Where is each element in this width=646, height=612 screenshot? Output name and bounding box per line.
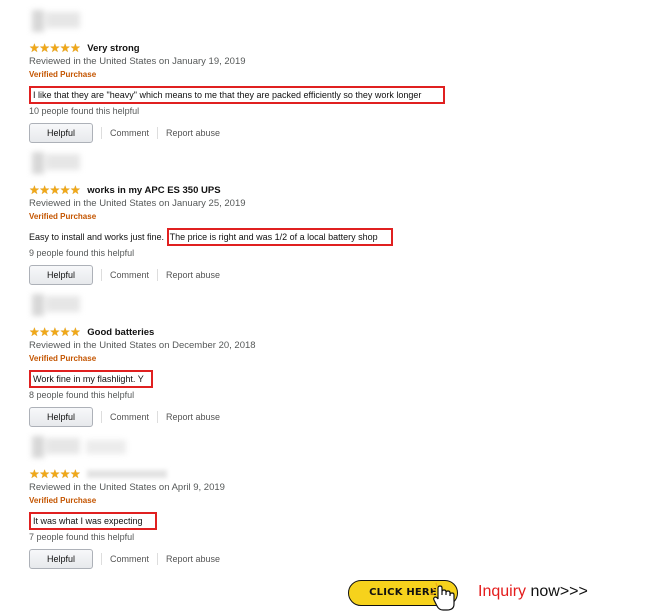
review-title-blurred (87, 470, 168, 478)
helpful-count: 8 people found this helpful (29, 390, 135, 400)
highlighted-review-text: The price is right and was 1/2 of a loca… (166, 228, 393, 246)
divider (101, 269, 102, 281)
verified-purchase-badge: Verified Purchase (29, 354, 97, 363)
review-actions: Helpful Comment Report abuse (29, 123, 220, 143)
review-actions: Helpful Comment Report abuse (29, 265, 220, 285)
inquiry-now-link[interactable]: Inquiry now>>> (478, 583, 588, 601)
comment-link[interactable]: Comment (110, 554, 149, 564)
divider (157, 127, 159, 139)
avatar-blurred (30, 8, 82, 34)
helpful-count: 9 people found this helpful (29, 248, 135, 258)
comment-link[interactable]: Comment (110, 128, 149, 138)
review-actions: Helpful Comment Report abuse (29, 407, 220, 427)
avatar-blurred (30, 292, 82, 318)
avatar-blurred (30, 434, 140, 460)
comment-link[interactable]: Comment (110, 270, 149, 280)
inquiry-label: Inquiry (478, 583, 527, 600)
helpful-count: 10 people found this helpful (29, 106, 140, 116)
divider (157, 411, 159, 423)
inquiry-cta: CLICK HERE Inquiry now>>> (346, 576, 646, 611)
report-abuse-link[interactable]: Report abuse (166, 412, 220, 422)
review-date: Reviewed in the United States on January… (29, 56, 246, 67)
star-rating: ★★★★★ (29, 467, 81, 481)
highlighted-review-text: I like that they are "heavy" which means… (29, 86, 445, 104)
verified-purchase-badge: Verified Purchase (29, 212, 97, 221)
divider (101, 411, 102, 423)
verified-purchase-badge: Verified Purchase (29, 496, 97, 505)
divider (101, 127, 102, 139)
helpful-button[interactable]: Helpful (29, 265, 93, 285)
divider (157, 553, 159, 565)
review-item: ★★★★★ works in my APC ES 350 UPS Reviewe… (0, 150, 646, 290)
review-body: It was what I was expecting (29, 512, 157, 530)
star-rating: ★★★★★ (29, 183, 81, 197)
review-title[interactable]: works in my APC ES 350 UPS (87, 185, 220, 196)
helpful-button[interactable]: Helpful (29, 407, 93, 427)
divider (157, 269, 159, 281)
helpful-count: 7 people found this helpful (29, 532, 135, 542)
divider (101, 553, 102, 565)
review-body: I like that they are "heavy" which means… (29, 86, 445, 104)
review-text: Easy to install and works just fine. (29, 232, 165, 242)
pointing-hand-icon (430, 582, 455, 611)
report-abuse-link[interactable]: Report abuse (166, 554, 220, 564)
review-title-row: ★★★★★ Very strong (29, 41, 140, 55)
report-abuse-link[interactable]: Report abuse (166, 128, 220, 138)
review-item: ★★★★★ Reviewed in the United States on A… (0, 434, 646, 574)
star-rating: ★★★★★ (29, 41, 81, 55)
avatar-blurred (30, 150, 82, 176)
review-title-row: ★★★★★ Good batteries (29, 325, 154, 339)
helpful-button[interactable]: Helpful (29, 549, 93, 569)
review-title[interactable]: Good batteries (87, 327, 154, 338)
report-abuse-link[interactable]: Report abuse (166, 270, 220, 280)
review-date: Reviewed in the United States on January… (29, 198, 246, 209)
review-date: Reviewed in the United States on April 9… (29, 482, 225, 493)
review-title-row: ★★★★★ works in my APC ES 350 UPS (29, 183, 221, 197)
helpful-button[interactable]: Helpful (29, 123, 93, 143)
review-body: Work fine in my flashlight. Y (29, 370, 153, 388)
review-title-row: ★★★★★ (29, 467, 168, 481)
review-body: Easy to install and works just fine. The… (29, 228, 393, 246)
review-item: ★★★★★ Very strong Reviewed in the United… (0, 8, 646, 148)
star-rating: ★★★★★ (29, 325, 81, 339)
review-date: Reviewed in the United States on Decembe… (29, 340, 256, 351)
review-item: ★★★★★ Good batteries Reviewed in the Uni… (0, 292, 646, 432)
now-label: now>>> (530, 583, 588, 600)
review-actions: Helpful Comment Report abuse (29, 549, 220, 569)
highlighted-review-text: Work fine in my flashlight. Y (29, 370, 153, 388)
review-title[interactable]: Very strong (87, 43, 139, 54)
highlighted-review-text: It was what I was expecting (29, 512, 157, 530)
comment-link[interactable]: Comment (110, 412, 149, 422)
verified-purchase-badge: Verified Purchase (29, 70, 97, 79)
